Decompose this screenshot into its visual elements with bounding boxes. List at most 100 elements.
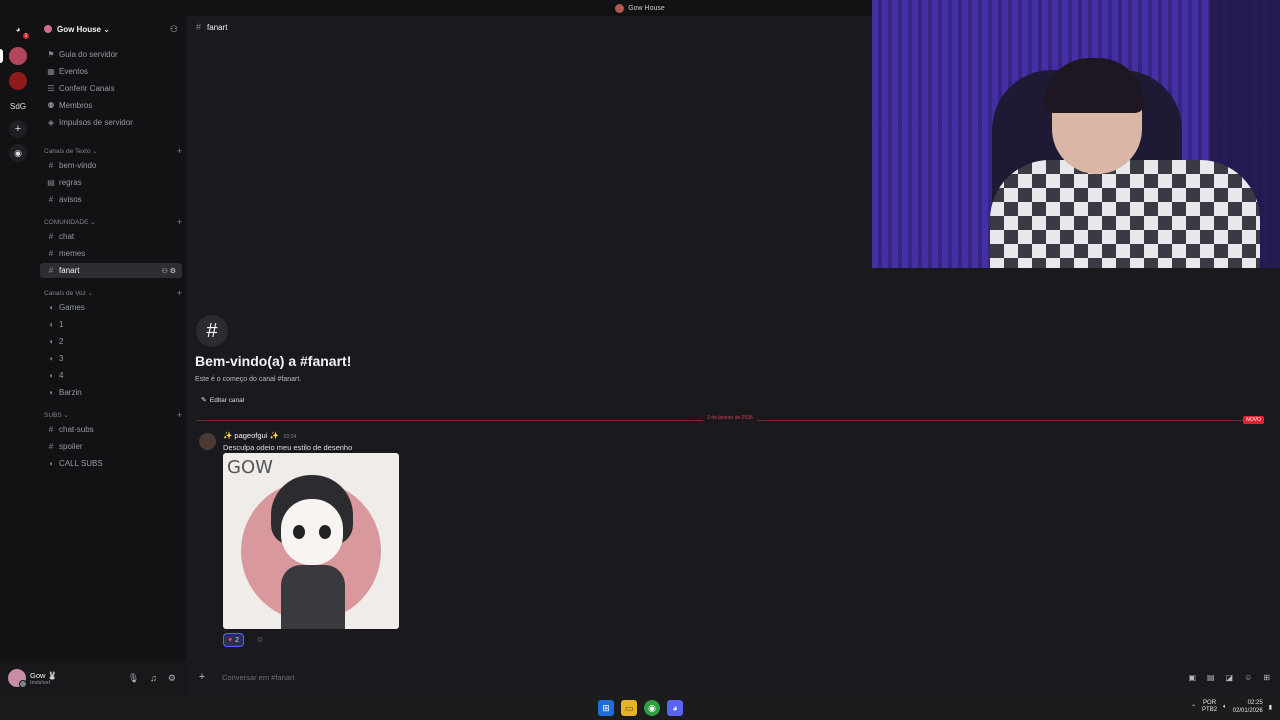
speaker-icon: ◖ <box>48 459 54 468</box>
hash-icon: # <box>48 161 54 170</box>
members-icon: ⚉ <box>47 101 55 110</box>
user-status: Invisível <box>30 679 50 686</box>
gift-icon[interactable]: ▣ <box>1188 673 1196 682</box>
invite-icon[interactable]: ⚇ <box>170 24 178 35</box>
message-author[interactable]: ✨ pageofgui ✨ <box>223 431 279 440</box>
message-timestamp: 02:24 <box>283 434 297 440</box>
edit-channel-button[interactable]: ✎ Editar canal <box>195 394 250 406</box>
dm-badge: 1 <box>22 32 30 40</box>
server-list: ◕ 1 SdG + ◉ <box>0 16 36 660</box>
server-gow-house[interactable] <box>9 47 27 65</box>
message-image-attachment[interactable]: GOW <box>223 453 399 629</box>
speaker-icon[interactable]: 🔈︎ <box>1223 704 1227 711</box>
server-name: Gow House <box>57 24 102 34</box>
selected-server-indicator <box>0 49 3 63</box>
browser-icon[interactable]: ◉ <box>644 700 660 716</box>
message-composer: + ▣ ▤ ◪ ☺ ⊞ <box>194 667 1272 687</box>
speaker-icon: ◖ <box>48 371 54 380</box>
server-sdg[interactable]: SdG <box>9 97 27 115</box>
calendar-icon: ▦ <box>47 67 55 76</box>
message-text: Desculpa odeio meu estilo de desenho <box>223 443 353 452</box>
channel-fanart[interactable]: # fanart ⚇⚙ <box>40 263 182 278</box>
username: Gow 🐰 <box>30 670 57 680</box>
channel-regras[interactable]: ▤ regras <box>40 175 182 190</box>
hash-icon: # <box>48 195 54 204</box>
headphones-icon[interactable]: ♫ <box>150 673 157 684</box>
hash-icon: # <box>48 249 54 258</box>
voice-games[interactable]: ◖ Games <box>40 300 182 315</box>
channel-spoiler[interactable]: # spoiler <box>40 439 182 454</box>
add-channel-icon[interactable]: + <box>177 217 182 227</box>
message-input[interactable] <box>222 672 1189 682</box>
nav-browse-channels[interactable]: ☰ Conferir Canais <box>40 81 182 96</box>
reaction-heart[interactable]: ♥ 2 <box>223 633 245 647</box>
chevron-down-icon: ⌄ <box>88 219 96 226</box>
user-panel: Gow 🐰 Invisível 🎙︎ ♫ ⚙ <box>0 660 186 696</box>
avatar[interactable] <box>8 669 27 688</box>
clock[interactable]: 02:25 02/01/2026 <box>1233 699 1263 715</box>
hash-icon: # <box>48 232 54 241</box>
taskbar: ⊞ ▭ ◉ ◕ ⌃ POR PTB2 🔈︎ 02:25 02/01/2026 ▮ <box>0 696 1280 720</box>
hash-icon: # <box>48 425 54 434</box>
chevron-up-icon[interactable]: ⌃ <box>1191 704 1196 711</box>
invite-member-icon[interactable]: ⚇ <box>161 268 169 275</box>
speaker-icon: ◖ <box>48 337 54 346</box>
nav-events[interactable]: ▦ Eventos <box>40 64 182 79</box>
voice-2[interactable]: ◖ 2 <box>40 334 182 349</box>
voice-call-subs[interactable]: ◖ CALL SUBS <box>40 456 182 471</box>
avatar[interactable] <box>199 433 216 450</box>
category-subs[interactable]: SUBS ⌄ + <box>44 409 182 421</box>
image-caption: GOW <box>227 457 273 478</box>
welcome-subtitle: Este é o começo do canal #fanart. <box>195 376 302 383</box>
pencil-icon: ✎ <box>201 397 207 404</box>
channel-chat-subs[interactable]: # chat-subs <box>40 422 182 437</box>
voice-3[interactable]: ◖ 3 <box>40 351 182 366</box>
voice-barzin[interactable]: ◖ Barzin <box>40 385 182 400</box>
nav-server-guide[interactable]: ⚑ Guia do servidor <box>40 47 182 62</box>
attach-plus-icon[interactable]: + <box>194 671 210 683</box>
category-community[interactable]: COMUNIDADE ⌄ + <box>44 216 182 228</box>
voice-4[interactable]: ◖ 4 <box>40 368 182 383</box>
channel-chat[interactable]: # chat <box>40 229 182 244</box>
direct-messages-button[interactable]: ◕ 1 <box>9 20 30 40</box>
add-channel-icon[interactable]: + <box>177 410 182 420</box>
gif-icon[interactable]: ▤ <box>1207 673 1215 682</box>
voice-1[interactable]: ◖ 1 <box>40 317 182 332</box>
user-info[interactable]: Gow 🐰 Invisível <box>30 671 57 686</box>
discord-icon[interactable]: ◕ <box>667 700 683 716</box>
add-server-button[interactable]: + <box>9 120 27 138</box>
apps-icon[interactable]: ⊞ <box>1263 673 1270 682</box>
nav-members[interactable]: ⚉ Membros <box>40 98 182 113</box>
category-voice[interactable]: Canais de Voz ⌄ + <box>44 287 182 299</box>
window-title: Gow House <box>628 4 665 12</box>
divider-date: 2 de janeiro de 2026 <box>703 415 757 421</box>
chevron-down-icon: ⌄ <box>61 412 69 419</box>
webcam-overlay <box>872 0 1280 268</box>
microphone-icon[interactable]: 🎙︎ <box>128 673 139 684</box>
add-reaction-icon[interactable]: ☺ <box>256 635 264 644</box>
add-channel-icon[interactable]: + <box>177 146 182 156</box>
chevron-down-icon: ⌄ <box>85 290 94 297</box>
emoji-icon[interactable]: ☺ <box>1244 673 1252 682</box>
hash-icon: # <box>48 442 54 451</box>
hash-icon: # <box>196 22 202 32</box>
windows-start-icon[interactable]: ⊞ <box>598 700 614 716</box>
channel-sidebar: Gow House ⌄ ⚇ ⚑ Guia do servidor ▦ Eventos… <box>36 16 186 660</box>
language-indicator[interactable]: POR PTB2 <box>1202 700 1217 714</box>
reaction-count: 2 <box>235 636 240 644</box>
file-explorer-icon[interactable]: ▭ <box>621 700 637 716</box>
gear-icon[interactable]: ⚙ <box>170 268 178 275</box>
explore-icon[interactable]: ◉ <box>9 144 27 162</box>
channel-memes[interactable]: # memes <box>40 246 182 261</box>
nav-server-boosts[interactable]: ◈ Impulsos de servidor <box>40 115 182 130</box>
sticker-icon[interactable]: ◪ <box>1226 673 1234 682</box>
server-header[interactable]: Gow House ⌄ ⚇ <box>44 22 178 36</box>
add-channel-icon[interactable]: + <box>177 288 182 298</box>
server-icon-2[interactable] <box>9 72 27 90</box>
speaker-icon: ◖ <box>48 320 54 329</box>
channel-avisos[interactable]: # avisos <box>40 192 182 207</box>
channel-bem-vindo[interactable]: # bem-vindo <box>40 158 182 173</box>
category-text-channels[interactable]: Canais de Texto ⌄ + <box>44 145 182 157</box>
gear-icon[interactable]: ⚙ <box>168 673 176 684</box>
notification-icon[interactable]: ▮ <box>1269 704 1272 711</box>
